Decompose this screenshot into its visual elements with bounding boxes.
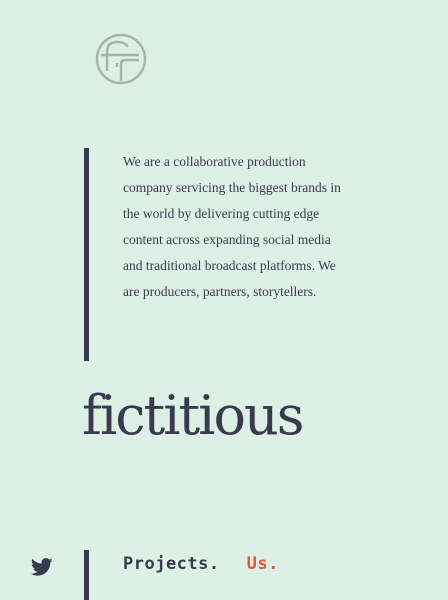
page: We are a collaborative production compan…: [0, 0, 448, 600]
brand-wordmark[interactable]: fictitious: [82, 376, 304, 456]
fictitious-monogram-icon[interactable]: [95, 33, 147, 85]
intro-block: We are a collaborative production compan…: [84, 148, 344, 361]
nav-us-link[interactable]: Us.: [247, 550, 279, 600]
main-nav: Projects. Us.: [84, 550, 279, 600]
nav-projects-link[interactable]: Projects.: [123, 550, 220, 600]
twitter-icon[interactable]: [30, 556, 54, 578]
intro-text: We are a collaborative production compan…: [123, 154, 341, 299]
